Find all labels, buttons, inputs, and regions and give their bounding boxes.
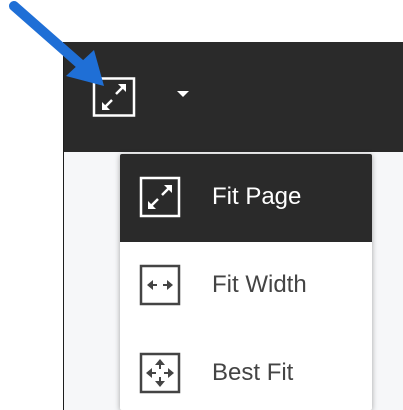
fit-page-button[interactable] — [92, 77, 136, 117]
menu-item-fit-page[interactable]: Fit Page — [120, 154, 372, 242]
fit-page-icon — [92, 77, 136, 117]
best-fit-icon — [139, 352, 181, 394]
menu-item-best-fit[interactable]: Best Fit — [120, 330, 372, 410]
menu-item-label: Fit Width — [212, 271, 307, 298]
menu-item-label: Fit Page — [212, 183, 302, 210]
menu-item-fit-width[interactable]: Fit Width — [120, 242, 372, 330]
fit-mode-menu: Fit Page Fit Width Best Fit — [120, 154, 372, 410]
fit-page-icon — [139, 176, 181, 218]
toolbar-left-border — [63, 42, 64, 410]
menu-item-label: Best Fit — [212, 359, 294, 386]
fit-mode-dropdown-button[interactable] — [170, 82, 196, 106]
fit-width-icon — [139, 264, 181, 306]
page: Fit Page Fit Width Best Fit — [0, 0, 403, 410]
caret-down-icon — [177, 91, 189, 97]
